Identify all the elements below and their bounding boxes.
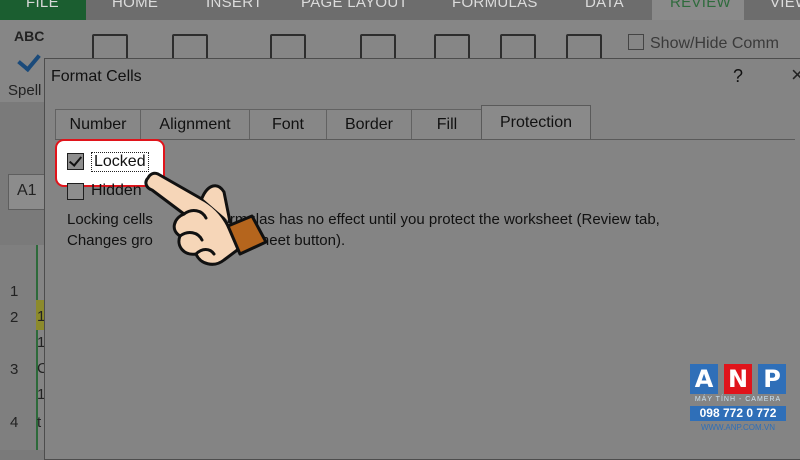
help-button[interactable]: ? [733, 66, 743, 87]
hidden-checkbox[interactable] [67, 183, 84, 200]
cell-text: t [37, 414, 42, 431]
checkmark-icon [68, 153, 83, 167]
ribbon-tab-file[interactable]: FILE [0, 0, 86, 20]
row-number[interactable]: 4 [10, 414, 18, 431]
ribbon-tab-page-layout[interactable]: PAGE LAYOUT [301, 0, 408, 11]
row-number[interactable]: 1 [10, 283, 18, 300]
ribbon-tab-data[interactable]: DATA [585, 0, 624, 11]
row-number[interactable]: 3 [10, 361, 18, 378]
dialog-title: Format Cells [51, 68, 142, 85]
ribbon-tab-bar: FILE HOME INSERT PAGE LAYOUT FORMULAS DA… [0, 0, 800, 22]
ribbon-tab-formulas[interactable]: FORMULAS [452, 0, 538, 11]
spelling-button[interactable]: Spell [8, 82, 41, 99]
locked-checkbox[interactable] [67, 153, 84, 170]
tab-alignment[interactable]: Alignment [140, 109, 250, 140]
pointing-hand-icon [144, 171, 268, 266]
locked-label[interactable]: Locked [91, 152, 149, 172]
ribbon-tab-home[interactable]: HOME [112, 0, 158, 11]
row-headers [0, 245, 37, 450]
logo-website: WWW.ANP.COM.VN [700, 423, 776, 432]
tab-divider [55, 139, 795, 140]
logo-subtitle: MÁY TÍNH - CAMERA [694, 396, 782, 403]
logo-letter: A [690, 364, 718, 394]
ribbon-tab-view[interactable]: VIEW [770, 0, 800, 11]
row-number[interactable]: 2 [10, 309, 18, 326]
show-hide-comment-button[interactable]: Show/Hide Comm [628, 34, 779, 53]
tab-border[interactable]: Border [326, 109, 412, 140]
show-hide-comment-icon [628, 34, 644, 50]
name-box[interactable]: A1 [8, 174, 46, 210]
tab-number[interactable]: Number [55, 109, 141, 140]
tab-fill[interactable]: Fill [411, 109, 483, 140]
anp-logo: A N P MÁY TÍNH - CAMERA 098 772 0 772 WW… [690, 364, 786, 438]
tab-font[interactable]: Font [249, 109, 327, 140]
logo-phone: 098 772 0 772 [690, 406, 786, 421]
dialog-close-button[interactable]: × [791, 62, 800, 88]
logo-letter: N [724, 364, 752, 394]
tab-protection[interactable]: Protection [481, 105, 591, 140]
spelling-abc-label: ABC [14, 28, 45, 44]
logo-letter: P [758, 364, 786, 394]
hidden-label[interactable]: Hidden [91, 182, 142, 200]
ribbon-tab-review[interactable]: REVIEW [652, 0, 744, 22]
ribbon-tab-insert[interactable]: INSERT [206, 0, 263, 11]
